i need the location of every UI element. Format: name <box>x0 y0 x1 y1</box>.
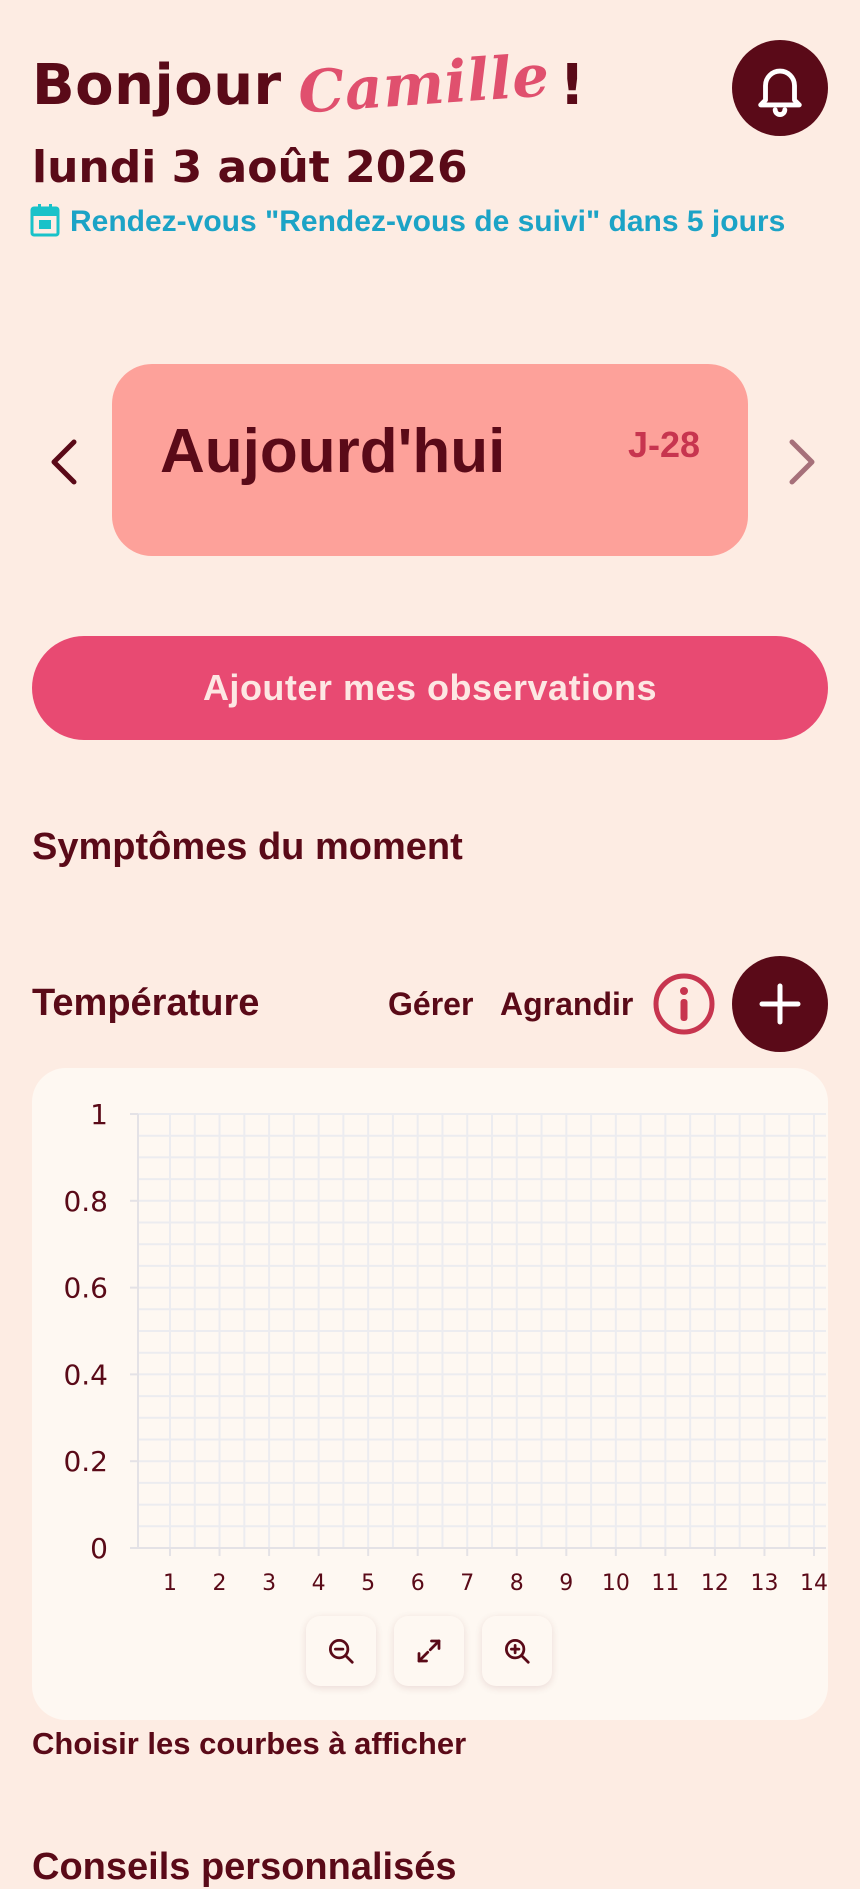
x-tick-label: 7 <box>460 1571 474 1596</box>
day-countdown: J-28 <box>627 424 700 465</box>
temperature-chart-card: 1 0.8 0.6 0.4 0.2 0 1 2 3 4 5 6 7 8 9 10 11 12 13 14 <box>32 1068 828 1720</box>
previous-day-button[interactable] <box>44 426 84 496</box>
bell-icon <box>758 68 802 117</box>
zoom-out-button[interactable] <box>306 1616 376 1686</box>
symptoms-title: Symptômes du moment <box>32 826 463 868</box>
info-button[interactable] <box>652 972 716 1036</box>
x-tick-label: 8 <box>510 1571 524 1596</box>
user-name: Camille <box>295 41 552 127</box>
x-tick-label: 14 <box>800 1571 828 1596</box>
x-tick-label: 6 <box>411 1571 425 1596</box>
current-date: lundi 3 août 2026 <box>32 142 468 193</box>
calendar-icon <box>30 204 60 237</box>
day-card[interactable]: Aujourd'hui J-28 <box>112 364 748 556</box>
x-tick-label: 9 <box>559 1571 573 1596</box>
appointment-reminder[interactable]: Rendez-vous "Rendez-vous de suivi" dans … <box>30 200 810 244</box>
x-tick-label: 5 <box>361 1571 375 1596</box>
choose-curves-link[interactable]: Choisir les courbes à afficher <box>32 1726 466 1762</box>
chevron-right-icon <box>789 439 815 485</box>
temperature-title: Température <box>32 982 260 1024</box>
x-tick-label: 12 <box>701 1571 729 1596</box>
greeting-text: Bonjour <box>32 53 282 118</box>
expand-button[interactable]: Agrandir <box>500 986 633 1023</box>
y-tick-label: 0.8 <box>63 1185 108 1218</box>
manage-button[interactable]: Gérer <box>388 986 473 1023</box>
x-tick-label: 13 <box>750 1571 778 1596</box>
y-tick-label: 0.6 <box>63 1272 108 1305</box>
next-day-button[interactable] <box>780 426 820 496</box>
day-label: Aujourd'hui <box>160 417 506 486</box>
x-tick-label: 1 <box>163 1571 177 1596</box>
x-tick-label: 4 <box>312 1571 326 1596</box>
reset-zoom-button[interactable] <box>394 1616 464 1686</box>
appointment-text: Rendez-vous "Rendez-vous de suivi" dans … <box>70 205 786 238</box>
zoom-in-icon <box>505 1639 530 1664</box>
greeting-exclamation: ! <box>559 53 586 118</box>
greeting: Bonjour Camille ! <box>32 41 586 126</box>
zoom-in-button[interactable] <box>482 1616 552 1686</box>
y-tick-label: 0.4 <box>63 1358 108 1391</box>
next-section-title: Conseils personnalisés <box>32 1846 457 1888</box>
zoom-out-icon <box>329 1639 354 1664</box>
y-tick-label: 1 <box>90 1098 108 1131</box>
add-temperature-button[interactable] <box>732 956 828 1052</box>
y-tick-label: 0.2 <box>63 1445 108 1478</box>
x-tick-label: 10 <box>602 1571 630 1596</box>
expand-icon <box>417 1639 441 1663</box>
temperature-chart[interactable]: 10.80.60.40.201 2 3 4 5 6 7 8 9 10 11 12 13 14 <box>32 1068 828 1628</box>
plus-icon <box>759 983 801 1025</box>
x-tick-label: 2 <box>213 1571 227 1596</box>
info-icon <box>653 973 715 1035</box>
chevron-left-icon <box>51 439 77 485</box>
add-observations-button[interactable]: Ajouter mes observations <box>32 636 828 740</box>
y-tick-label: 0 <box>90 1532 108 1565</box>
x-tick-label: 3 <box>262 1571 276 1596</box>
x-tick-label: 11 <box>651 1571 679 1596</box>
notifications-button[interactable] <box>732 40 828 136</box>
